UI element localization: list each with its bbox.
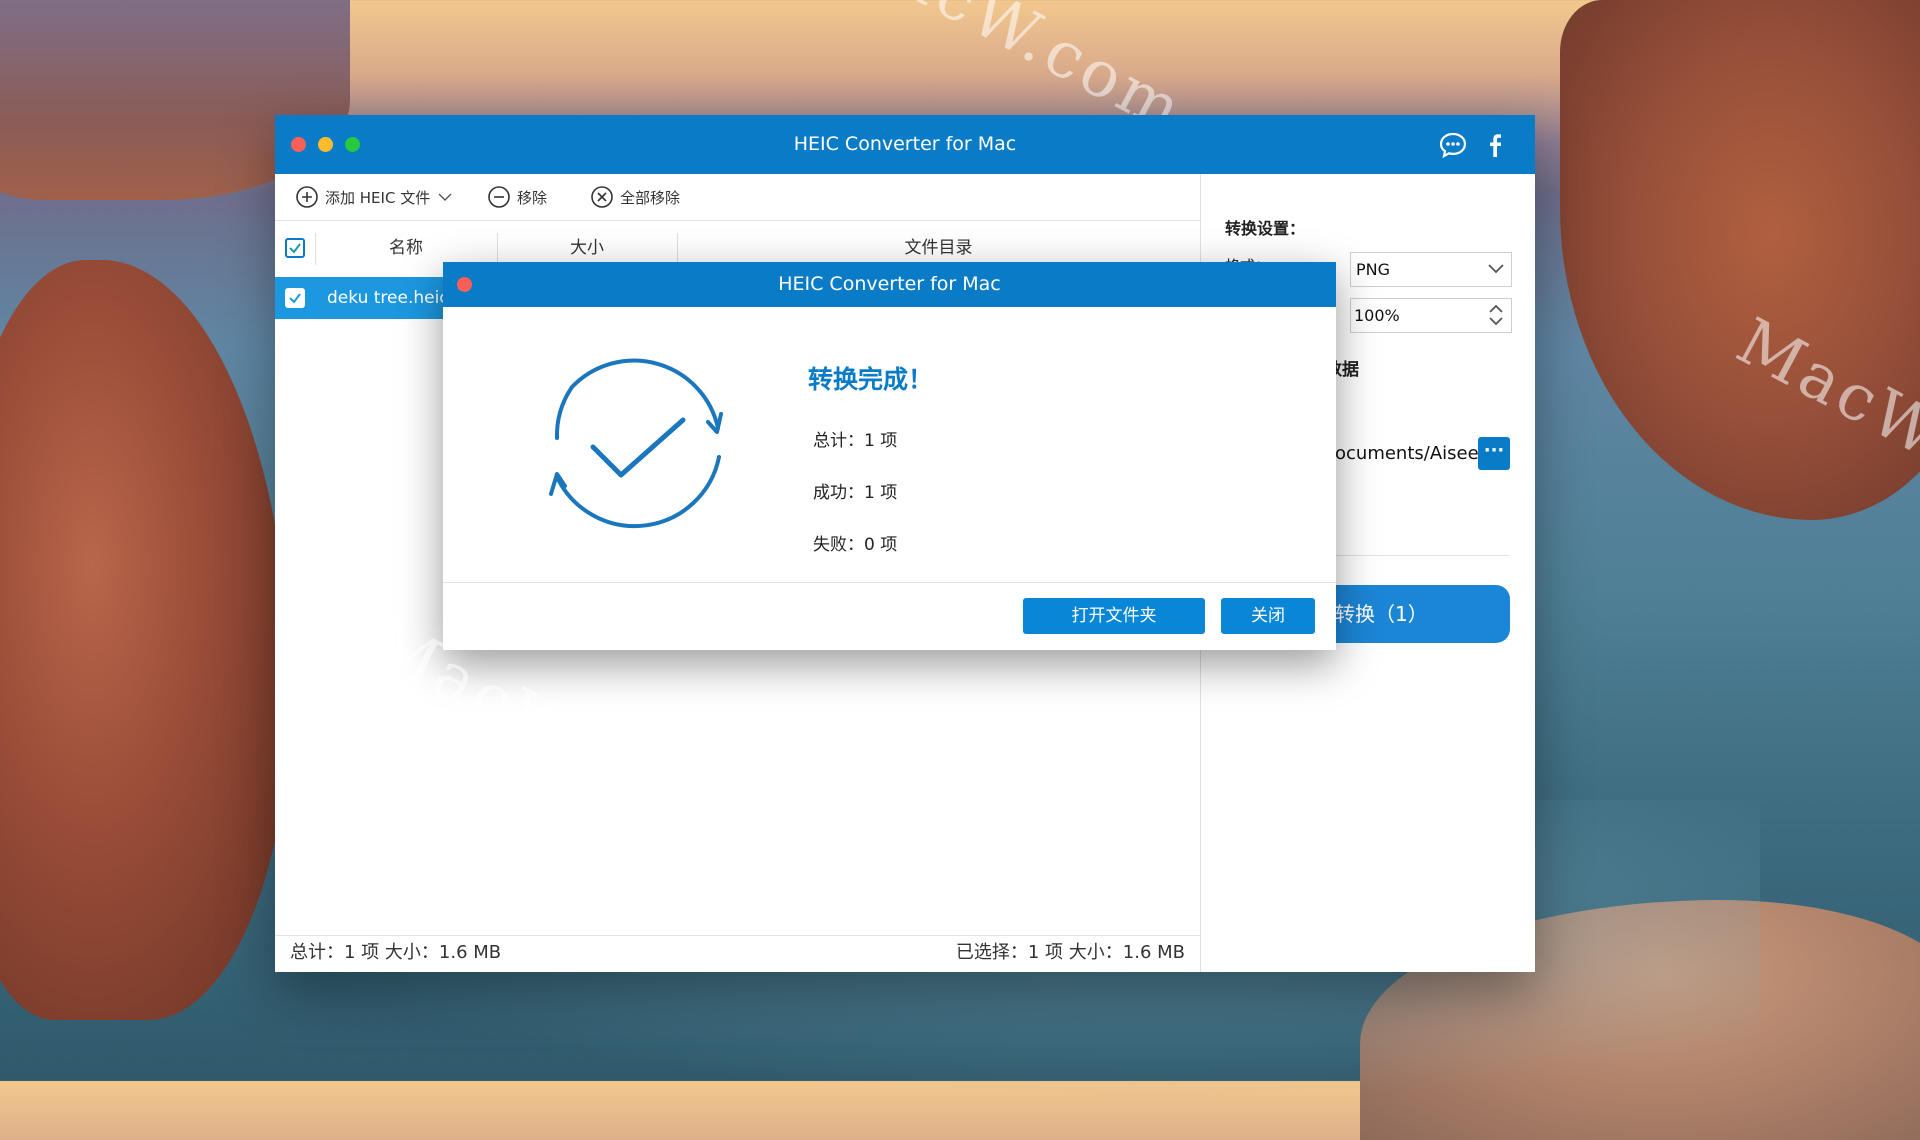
output-path-field[interactable]: ocuments/Aiseesoft [1335, 437, 1485, 470]
remove-label: 移除 [517, 188, 548, 207]
row-checkbox[interactable] [285, 288, 305, 308]
status-selected: 已选择：1 项 大小：1.6 MB [955, 942, 1185, 963]
dialog-title-bar: HEIC Converter for Mac [443, 262, 1336, 307]
status-bar: 总计：1 项 大小：1.6 MB 已选择：1 项 大小：1.6 MB [275, 935, 1200, 973]
facebook-icon[interactable] [1480, 130, 1510, 160]
status-total: 总计：1 项 大小：1.6 MB [290, 942, 502, 963]
window-title: HEIC Converter for Mac [793, 133, 1017, 155]
stepper-arrows-icon[interactable] [1487, 302, 1505, 328]
remove-button[interactable]: 移除 [487, 174, 547, 220]
success-check-icon [549, 358, 723, 529]
toolbar: 添加 HEIC 文件 移除 全部移除 [275, 174, 1200, 221]
settings-title: 转换设置： [1225, 219, 1306, 238]
plus-circle-icon [296, 186, 318, 208]
check-icon [289, 293, 301, 304]
check-icon [289, 243, 301, 254]
chevron-down-icon [1488, 264, 1504, 274]
dialog-title: HEIC Converter for Mac [778, 273, 1001, 295]
open-folder-button[interactable]: 打开文件夹 [1023, 598, 1205, 634]
file-name: deku tree.heic [327, 288, 449, 308]
add-heic-label: 添加 HEIC 文件 [325, 188, 431, 207]
format-select[interactable]: PNG [1350, 252, 1512, 287]
stat-failed: 失败：0 项 [813, 535, 898, 555]
stat-success: 成功：1 项 [813, 483, 898, 503]
add-heic-button[interactable]: 添加 HEIC 文件 [295, 174, 454, 220]
background-rock [0, 260, 290, 1020]
format-value: PNG [1356, 260, 1391, 279]
chevron-down-icon[interactable] [436, 188, 454, 206]
remove-all-label: 全部移除 [620, 188, 681, 207]
browse-button[interactable]: ··· [1478, 437, 1510, 470]
quality-value: 100% [1354, 306, 1400, 325]
quality-stepper[interactable]: 100% [1350, 298, 1512, 333]
title-bar: HEIC Converter for Mac [275, 115, 1535, 174]
stat-total: 总计：1 项 [813, 431, 898, 451]
chat-icon[interactable] [1438, 130, 1468, 160]
convert-label: 转换（1） [1335, 602, 1428, 626]
dialog-heading: 转换完成！ [808, 365, 934, 394]
select-all-checkbox[interactable] [285, 238, 305, 258]
conversion-complete-dialog: HEIC Converter for Mac 转换完成！ 总计：1 项 成功：1… [443, 262, 1336, 650]
background-rock [1560, 0, 1920, 520]
dialog-divider [443, 582, 1336, 583]
remove-all-button[interactable]: 全部移除 [590, 174, 680, 220]
x-circle-icon [591, 186, 613, 208]
close-button[interactable]: 关闭 [1221, 598, 1315, 634]
convert-button[interactable]: 转换（1） [1335, 585, 1510, 643]
minus-circle-icon [488, 186, 510, 208]
